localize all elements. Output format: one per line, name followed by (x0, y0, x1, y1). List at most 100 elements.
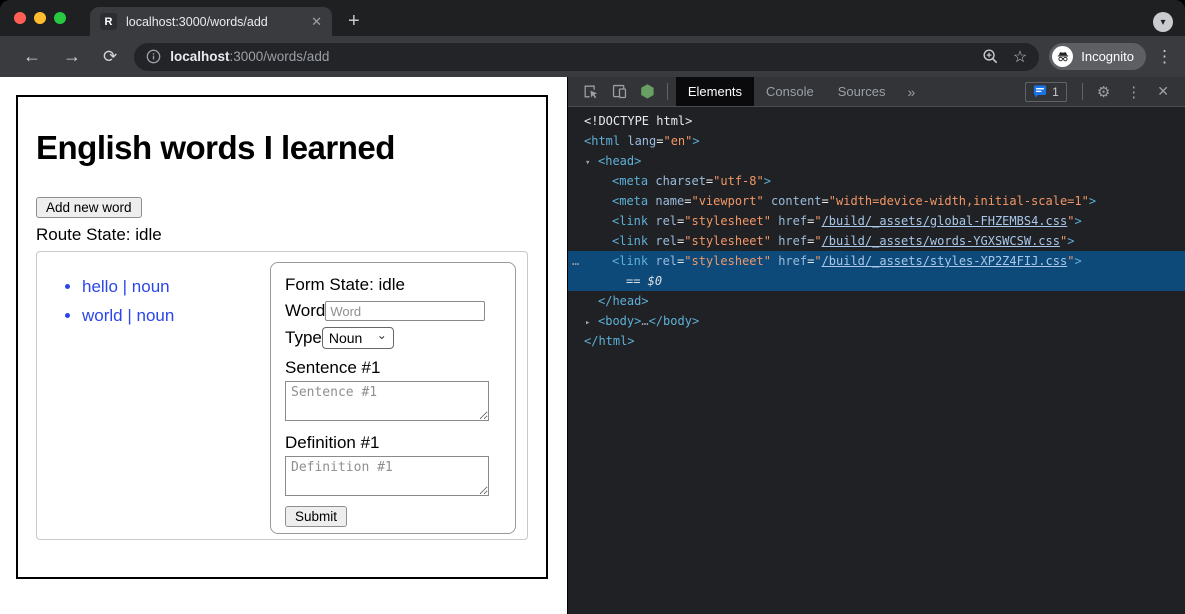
code-token-eq: = (822, 194, 829, 208)
devtools-code-line[interactable]: </head> (568, 291, 1185, 311)
code-token-attr: content (764, 194, 822, 208)
devtools-code-line[interactable]: == $0 (568, 271, 1185, 291)
devtools-code-line[interactable]: <meta name="viewport" content="width=dev… (568, 191, 1185, 211)
definition-textarea[interactable] (285, 456, 489, 496)
tree-collapsed-icon[interactable]: ▸ (585, 313, 598, 333)
route-state-text: Route State: idle (36, 225, 528, 245)
window-controls (14, 12, 66, 24)
devtools-code-line[interactable]: </html> (568, 331, 1185, 351)
word-link[interactable]: world | noun (82, 306, 174, 325)
code-token-attr: rel (648, 234, 677, 248)
toolbar-divider (1082, 83, 1083, 100)
code-token-tag: <link (612, 254, 648, 268)
devtools-tab-console[interactable]: Console (754, 77, 826, 106)
incognito-badge: Incognito (1049, 43, 1146, 70)
form-state-text: Form State: idle (285, 275, 501, 295)
close-window-button[interactable] (14, 12, 26, 24)
settings-gear-button[interactable]: ⚙ (1097, 83, 1110, 101)
devtools-code-line[interactable]: <!DOCTYPE html> (568, 111, 1185, 131)
code-token-val: "utf-8" (713, 174, 764, 188)
code-token-tag: <head> (598, 154, 641, 168)
browser-window: R localhost:3000/words/add ✕ + ▾ ← → ⟳ l… (0, 0, 1185, 614)
code-token-tag: > (1067, 234, 1074, 248)
url-text[interactable]: localhost:3000/words/add (170, 49, 329, 64)
dom-tree: <!DOCTYPE html><html lang="en">▾<head><m… (568, 107, 1185, 351)
content-area: English words I learned Add new word Rou… (0, 77, 1185, 614)
tab-close-icon[interactable]: ✕ (311, 14, 322, 30)
code-token-tag: <link (612, 214, 648, 228)
code-token-tag: </head> (598, 294, 649, 308)
toolbar-divider (667, 83, 668, 100)
devtools-code-line[interactable]: ▸<body>…</body> (568, 311, 1185, 331)
sentence-textarea[interactable] (285, 381, 489, 421)
code-token-tag: <link (612, 234, 648, 248)
devtools-code-line[interactable]: <meta charset="utf-8"> (568, 171, 1185, 191)
tree-expanded-icon[interactable]: ▾ (585, 153, 598, 173)
type-select[interactable]: Noun ⌄ (322, 327, 394, 349)
incognito-label: Incognito (1081, 49, 1134, 64)
code-token-val: " (814, 234, 821, 248)
url-bar[interactable]: localhost:3000/words/add ☆ (134, 43, 1039, 71)
word-input[interactable] (325, 301, 485, 321)
add-new-word-button[interactable]: Add new word (36, 197, 142, 218)
code-token-attr: href (771, 234, 807, 248)
code-token-tag: > (1089, 194, 1096, 208)
code-token-tag: <body> (598, 314, 641, 328)
devtools-tab-elements[interactable]: Elements (676, 77, 754, 106)
line-options-icon[interactable]: … (572, 251, 578, 271)
app-container: English words I learned Add new word Rou… (16, 95, 548, 579)
code-token-val: "stylesheet" (684, 254, 771, 268)
devtools-tab-sources[interactable]: Sources (826, 77, 898, 106)
code-token-link: /build/_assets/words-YGXSWCSW.css (822, 234, 1060, 248)
code-token-link: /build/_assets/global-FHZEMBS4.css (822, 214, 1068, 228)
code-token-val: " (814, 254, 821, 268)
reload-button[interactable]: ⟳ (103, 47, 117, 67)
zoom-window-button[interactable] (54, 12, 66, 24)
browser-toolbar: ← → ⟳ localhost:3000/words/add ☆ Incogni… (0, 36, 1185, 77)
more-tabs-icon[interactable]: » (897, 77, 925, 107)
new-tab-button[interactable]: + (348, 7, 360, 36)
code-token-attr: href (771, 254, 807, 268)
devtools-menu-button[interactable]: ⋮ (1126, 83, 1141, 101)
incognito-icon (1052, 46, 1073, 67)
word-link[interactable]: hello | noun (82, 277, 170, 296)
word-label: Word (285, 301, 325, 321)
zoom-icon[interactable] (982, 48, 999, 65)
devtools-code-line[interactable]: ▾<head> (568, 151, 1185, 171)
code-token-tag: </html> (584, 334, 635, 348)
type-select-value: Noun (329, 330, 362, 346)
device-toolbar-button[interactable] (611, 83, 628, 100)
type-label: Type (285, 328, 322, 348)
browser-tab[interactable]: R localhost:3000/words/add ✕ (90, 7, 332, 36)
window-menu-button[interactable]: ▾ (1153, 12, 1173, 32)
issues-button[interactable]: 1 (1025, 82, 1067, 102)
minimize-window-button[interactable] (34, 12, 46, 24)
code-token-tag: > (764, 174, 771, 188)
url-path: :3000/words/add (230, 49, 330, 64)
extension-hexagon-icon[interactable]: ⬢ (640, 82, 655, 102)
devtools-close-button[interactable]: ✕ (1157, 83, 1169, 100)
issues-count: 1 (1052, 85, 1059, 99)
code-token-tag: <html (584, 134, 620, 148)
submit-button[interactable]: Submit (285, 506, 347, 527)
info-icon[interactable] (146, 49, 161, 64)
words-panel: hello | noun world | noun Form State: idl… (36, 251, 528, 540)
inspect-element-button[interactable] (582, 83, 599, 100)
devtools-code-line[interactable]: <link rel="stylesheet" href="/build/_ass… (568, 231, 1185, 251)
devtools-code-line[interactable]: <html lang="en"> (568, 131, 1185, 151)
remix-favicon-icon: R (100, 13, 117, 30)
code-token-val: "viewport" (691, 194, 763, 208)
devtools-code-line[interactable]: <link rel="stylesheet" href="/build/_ass… (568, 211, 1185, 231)
bookmark-star-icon[interactable]: ☆ (1013, 47, 1027, 67)
devtools-code-line[interactable]: …<link rel="stylesheet" href="/build/_as… (568, 251, 1185, 271)
back-button[interactable]: ← (23, 46, 41, 67)
url-host: localhost (170, 49, 229, 64)
code-token-dim: … (641, 314, 648, 328)
devtools-toolbar: ⬢ ElementsConsoleSources » 1 ⚙ ⋮ ✕ (568, 77, 1185, 107)
page-viewport: English words I learned Add new word Rou… (0, 77, 567, 614)
browser-menu-button[interactable]: ⋮ (1156, 47, 1173, 67)
forward-button[interactable]: → (63, 46, 81, 67)
code-token-val: " (814, 214, 821, 228)
page-title: English words I learned (36, 129, 528, 167)
code-token-val: "stylesheet" (684, 234, 771, 248)
